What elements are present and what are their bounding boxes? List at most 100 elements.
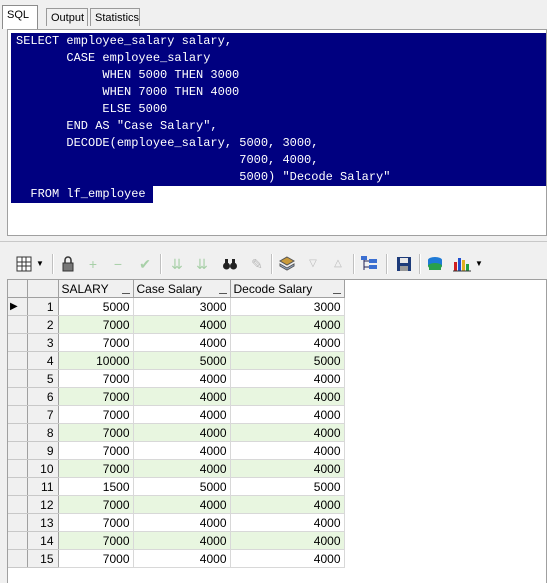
row-indicator <box>8 441 28 460</box>
cell-decode-salary[interactable]: 4000 <box>230 405 345 424</box>
lock-icon[interactable] <box>58 254 78 274</box>
table-row[interactable]: 3 7000 4000 4000 <box>8 333 345 352</box>
sql-line: END AS "Case Salary", <box>16 119 218 133</box>
cell-case-salary[interactable]: 4000 <box>133 441 231 460</box>
cell-case-salary[interactable]: 4000 <box>133 423 231 442</box>
table-row[interactable]: 13 7000 4000 4000 <box>8 513 345 532</box>
find-binoculars-icon[interactable] <box>220 254 240 274</box>
cell-salary[interactable]: 7000 <box>58 369 134 388</box>
cell-decode-salary[interactable]: 3000 <box>230 297 345 316</box>
cell-salary[interactable]: 7000 <box>58 549 134 568</box>
filter-up-icon[interactable]: ⇊ <box>192 254 212 274</box>
sort-up-icon[interactable]: △ <box>328 254 348 274</box>
table-row[interactable]: 15 7000 4000 4000 <box>8 549 345 568</box>
cell-salary[interactable]: 7000 <box>58 513 134 532</box>
pane-splitter[interactable] <box>0 236 547 242</box>
table-row[interactable]: 4 10000 5000 5000 <box>8 351 345 370</box>
grid-view-icon[interactable] <box>14 254 34 274</box>
cell-salary[interactable]: 7000 <box>58 441 134 460</box>
cell-salary[interactable]: 1500 <box>58 477 134 496</box>
cell-case-salary[interactable]: 4000 <box>133 495 231 514</box>
sql-line: ELSE 5000 <box>16 102 168 116</box>
table-row[interactable]: 7 7000 4000 4000 <box>8 405 345 424</box>
stacks-icon[interactable] <box>277 254 297 274</box>
chart-icon[interactable] <box>452 254 472 274</box>
cell-case-salary[interactable]: 4000 <box>133 387 231 406</box>
cell-decode-salary[interactable]: 4000 <box>230 513 345 532</box>
cell-decode-salary[interactable]: 4000 <box>230 369 345 388</box>
cell-case-salary[interactable]: 5000 <box>133 351 231 370</box>
row-number-header <box>27 280 59 298</box>
table-row[interactable]: 6 7000 4000 4000 <box>8 387 345 406</box>
sql-line: WHEN 7000 THEN 4000 <box>16 85 240 99</box>
delete-record-icon[interactable]: − <box>108 254 128 274</box>
tab-output[interactable]: Output <box>46 8 88 26</box>
chart-dropdown-icon[interactable]: ▼ <box>473 254 485 274</box>
table-row[interactable]: 11 1500 5000 5000 <box>8 477 345 496</box>
table-row[interactable]: 10 7000 4000 4000 <box>8 459 345 478</box>
cell-salary[interactable]: 7000 <box>58 315 134 334</box>
cell-salary[interactable]: 5000 <box>58 297 134 316</box>
cell-case-salary[interactable]: 5000 <box>133 477 231 496</box>
cell-case-salary[interactable]: 3000 <box>133 297 231 316</box>
sql-editor[interactable]: SELECT employee_salary salary, CASE empl… <box>7 29 547 236</box>
row-number: 8 <box>27 423 59 442</box>
cell-case-salary[interactable]: 4000 <box>133 405 231 424</box>
table-row[interactable]: 12 7000 4000 4000 <box>8 495 345 514</box>
cell-decode-salary[interactable]: 4000 <box>230 459 345 478</box>
table-row[interactable]: 14 7000 4000 4000 <box>8 531 345 550</box>
table-row[interactable]: 9 7000 4000 4000 <box>8 441 345 460</box>
cell-decode-salary[interactable]: 4000 <box>230 423 345 442</box>
row-indicator <box>8 333 28 352</box>
table-row[interactable]: 5 7000 4000 4000 <box>8 369 345 388</box>
cell-salary[interactable]: 7000 <box>58 387 134 406</box>
table-row[interactable]: 2 7000 4000 4000 <box>8 315 345 334</box>
cell-salary[interactable]: 7000 <box>58 495 134 514</box>
cell-salary[interactable]: 10000 <box>58 351 134 370</box>
sort-indicator-icon <box>332 293 341 294</box>
cell-case-salary[interactable]: 4000 <box>133 333 231 352</box>
cell-decode-salary[interactable]: 4000 <box>230 315 345 334</box>
table-row[interactable]: ▶ 1 5000 3000 3000 <box>8 297 345 316</box>
cell-salary[interactable]: 7000 <box>58 423 134 442</box>
cell-decode-salary[interactable]: 5000 <box>230 351 345 370</box>
cell-case-salary[interactable]: 4000 <box>133 549 231 568</box>
column-header-decode-salary[interactable]: Decode Salary <box>230 280 345 298</box>
cell-case-salary[interactable]: 4000 <box>133 459 231 478</box>
cell-case-salary[interactable]: 4000 <box>133 315 231 334</box>
cell-case-salary[interactable]: 4000 <box>133 531 231 550</box>
cell-decode-salary[interactable]: 4000 <box>230 333 345 352</box>
export-icon[interactable] <box>426 254 446 274</box>
tab-sql[interactable]: SQL <box>2 5 38 29</box>
cell-case-salary[interactable]: 4000 <box>133 369 231 388</box>
add-record-icon[interactable]: + <box>83 254 103 274</box>
post-check-icon[interactable]: ✔ <box>135 254 155 274</box>
editor-tab-bar: SQL Output Statistics <box>0 0 547 29</box>
tree-icon[interactable] <box>360 254 380 274</box>
column-header-case-salary[interactable]: Case Salary <box>133 280 231 298</box>
cell-salary[interactable]: 7000 <box>58 531 134 550</box>
clear-icon[interactable]: ✎ <box>247 254 267 274</box>
filter-down-icon[interactable]: ⇊ <box>167 254 187 274</box>
cell-decode-salary[interactable]: 4000 <box>230 441 345 460</box>
cell-decode-salary[interactable]: 4000 <box>230 531 345 550</box>
results-grid[interactable]: SALARY Case Salary Decode Salary ▶ 1 5000 3… <box>7 279 547 583</box>
cell-salary[interactable]: 7000 <box>58 405 134 424</box>
toolbar-separator <box>52 254 54 274</box>
sql-line: WHEN 5000 THEN 3000 <box>16 68 240 82</box>
dropdown-arrow-icon[interactable]: ▼ <box>34 254 46 274</box>
cell-salary[interactable]: 7000 <box>58 459 134 478</box>
save-disk-icon[interactable] <box>394 254 414 274</box>
cell-decode-salary[interactable]: 4000 <box>230 387 345 406</box>
cell-salary[interactable]: 7000 <box>58 333 134 352</box>
cell-decode-salary[interactable]: 4000 <box>230 495 345 514</box>
tab-statistics[interactable]: Statistics <box>90 8 140 26</box>
cell-decode-salary[interactable]: 4000 <box>230 549 345 568</box>
table-row[interactable]: 8 7000 4000 4000 <box>8 423 345 442</box>
row-indicator <box>8 495 28 514</box>
cell-case-salary[interactable]: 4000 <box>133 513 231 532</box>
sort-down-icon[interactable]: ▽ <box>303 254 323 274</box>
column-header-salary[interactable]: SALARY <box>58 280 134 298</box>
row-number: 14 <box>27 531 59 550</box>
cell-decode-salary[interactable]: 5000 <box>230 477 345 496</box>
